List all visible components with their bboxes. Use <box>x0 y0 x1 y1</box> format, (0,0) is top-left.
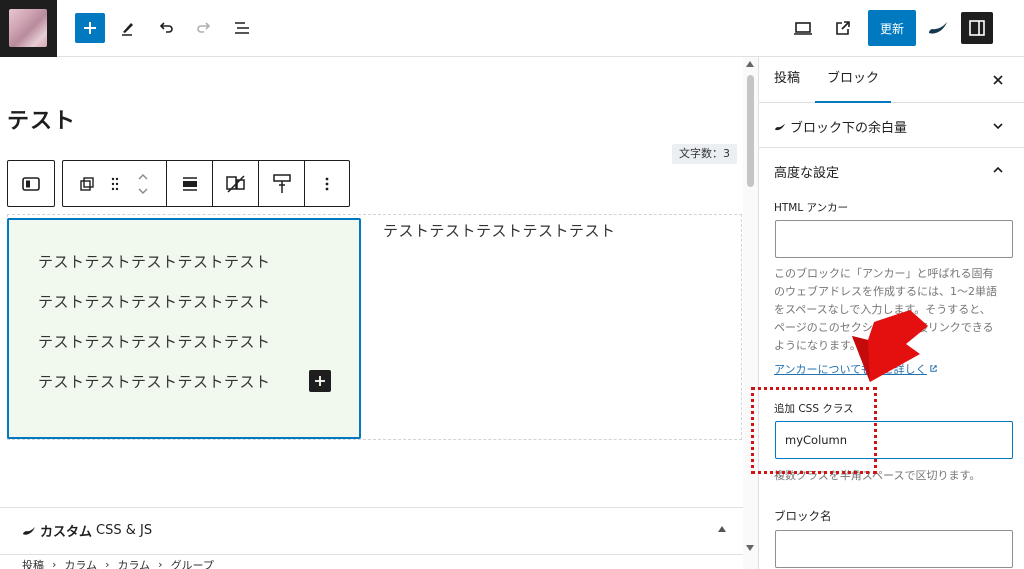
advanced-panel-title[interactable]: 高度な設定 <box>774 162 839 181</box>
undo-icon <box>159 22 173 33</box>
html-anchor-input[interactable] <box>775 220 1013 258</box>
plus-icon <box>84 22 96 34</box>
scroll-down-arrow-icon[interactable] <box>746 545 754 551</box>
annotation-highlight-box <box>751 387 877 474</box>
char-count-badge: 文字数：3 <box>672 144 737 164</box>
inline-add-block-button[interactable] <box>309 370 331 392</box>
tools-button[interactable] <box>112 12 144 44</box>
help-line: のウェブアドレスを作成するには、1〜2単語 <box>774 285 997 298</box>
plugin-leaf-icon <box>23 526 35 535</box>
chevron-up-icon[interactable] <box>991 163 1005 177</box>
align-full-icon <box>182 176 197 191</box>
breadcrumb-item[interactable]: 投稿 <box>22 557 44 569</box>
spacing-panel-label: ブロック下の余白量 <box>790 121 908 136</box>
pencil-icon <box>122 23 133 36</box>
tab-post[interactable]: 投稿 <box>774 57 800 103</box>
more-vertical-icon <box>325 177 329 190</box>
update-button[interactable]: 更新 <box>868 10 916 46</box>
sidebar-toggle-icon <box>969 20 985 36</box>
close-icon <box>993 75 1003 85</box>
breadcrumb-item[interactable]: カラム <box>117 557 150 569</box>
editor-screen: 更新 テスト 文字数：3 テストテストテストテストテスト テストテストテストテス… <box>0 0 1024 569</box>
plugin-button[interactable] <box>922 12 954 44</box>
paragraph-block[interactable]: テストテストテストテストテスト <box>38 371 271 392</box>
align-button[interactable] <box>167 161 213 206</box>
move-up-down-icon[interactable] <box>136 171 150 197</box>
add-block-button[interactable] <box>75 13 105 43</box>
toolbar-group-parent <box>7 160 55 207</box>
breadcrumb-separator: › <box>52 558 57 569</box>
block-breadcrumb: 投稿 › カラム › カラム › グループ <box>0 554 743 569</box>
collapse-caret-icon[interactable] <box>718 526 726 532</box>
paragraph-block-right-column[interactable]: テストテストテストテストテスト <box>383 220 616 241</box>
toolbar-group-main <box>62 160 350 207</box>
block-style-button[interactable] <box>259 161 305 206</box>
scrollbar-thumb[interactable] <box>747 75 754 187</box>
scroll-up-arrow-icon[interactable] <box>746 61 754 67</box>
breadcrumb-separator: › <box>158 558 163 569</box>
site-icon-button[interactable] <box>0 0 57 57</box>
editor-top-bar: 更新 <box>0 0 1024 57</box>
plugin-leaf-icon <box>929 22 947 34</box>
chevron-down-icon <box>993 123 1003 130</box>
sidebar-tabs: 投稿 ブロック <box>759 57 1024 103</box>
panel-title-bold: カスタム <box>40 525 93 540</box>
duplicate-icon[interactable] <box>79 176 95 192</box>
block-name-label: ブロック名 <box>774 509 832 523</box>
external-view-icon <box>836 21 850 35</box>
drag-handle-icon[interactable] <box>110 176 120 192</box>
paragraph-block[interactable]: テストテストテストテストテスト <box>38 331 271 352</box>
block-mover <box>63 161 167 206</box>
spacing-panel-title: ブロック下の余白量 <box>774 117 907 136</box>
plugin-leaf-icon <box>775 123 785 130</box>
list-view-button[interactable] <box>226 12 258 44</box>
undo-button[interactable] <box>150 12 182 44</box>
breadcrumb-item[interactable]: カラム <box>64 557 97 569</box>
paragraph-block[interactable]: テストテストテストテストテスト <box>38 291 271 312</box>
block-name-input[interactable] <box>775 530 1013 568</box>
view-post-button[interactable] <box>827 12 859 44</box>
paint-roller-icon <box>272 173 291 193</box>
block-type-button[interactable] <box>8 161 54 206</box>
columns-block-icon <box>22 176 40 191</box>
block-toolbar <box>7 160 350 207</box>
settings-sidebar-toggle[interactable] <box>961 12 993 44</box>
editor-scrollbar[interactable] <box>743 57 758 569</box>
editor-canvas: テスト 文字数：3 テストテストテストテストテスト テストテストテストテストテス… <box>0 57 758 569</box>
breadcrumb-item[interactable]: グループ <box>171 557 214 569</box>
block-options-button[interactable] <box>305 161 349 206</box>
post-title[interactable]: テスト <box>7 103 76 135</box>
redo-button[interactable] <box>188 12 220 44</box>
paragraph-block[interactable]: テストテストテストテストテスト <box>38 251 271 272</box>
list-view-icon <box>235 22 249 34</box>
site-thumbnail <box>9 9 47 47</box>
desktop-preview-icon <box>794 22 812 35</box>
stack-on-mobile-button[interactable] <box>213 161 259 206</box>
tab-block[interactable]: ブロック <box>815 57 891 103</box>
panel-title-rest: CSS & JS <box>96 523 153 538</box>
plus-icon <box>315 376 325 386</box>
html-anchor-label: HTML アンカー <box>774 202 849 214</box>
custom-css-js-panel-title[interactable]: カスタム CSS & JS <box>22 521 152 540</box>
spacing-panel[interactable]: ブロック下の余白量 <box>759 103 1024 148</box>
annotation-arrow-icon <box>852 310 928 382</box>
selected-column[interactable]: テストテストテストテストテスト テストテストテストテストテスト テストテストテス… <box>7 218 361 439</box>
breadcrumb-separator: › <box>105 558 110 569</box>
responsive-icon <box>225 174 245 193</box>
close-sidebar-button[interactable] <box>988 70 1008 90</box>
preview-button[interactable] <box>787 12 819 44</box>
help-line: このブロックに「アンカー」と呼ばれる固有 <box>774 267 994 280</box>
redo-icon <box>197 22 211 33</box>
